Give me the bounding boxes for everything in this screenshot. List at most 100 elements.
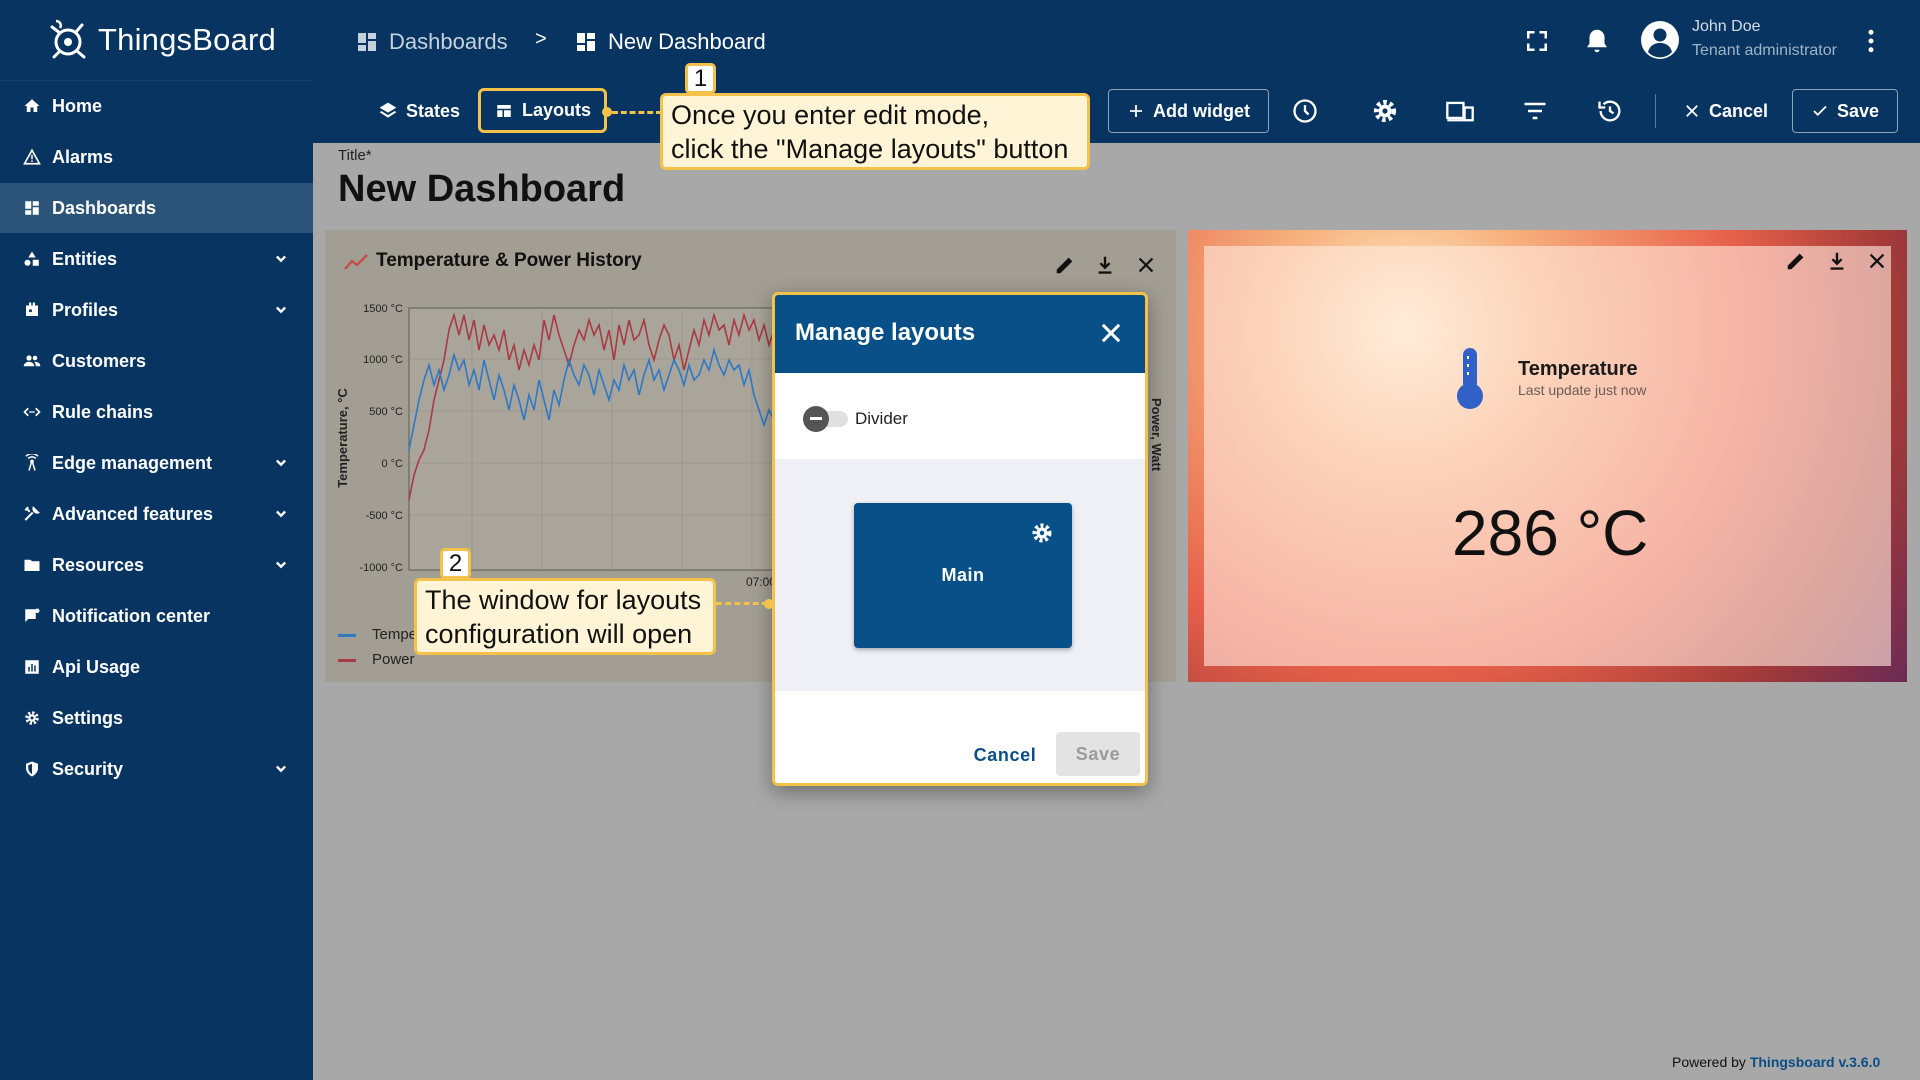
filter-icon[interactable] [1520, 96, 1550, 126]
dashboards-icon [22, 198, 42, 218]
legend-label-temperature[interactable]: Tempe [372, 626, 417, 643]
callout-2: The window for layouts configuration wil… [414, 578, 716, 655]
breadcrumb-dashboards-label: Dashboards [389, 29, 508, 54]
sidebar-item-label: Customers [52, 350, 147, 371]
sidebar-item-label: Advanced features [52, 503, 214, 524]
breadcrumb-current: New Dashboard [574, 26, 766, 58]
fullscreen-icon[interactable] [1522, 26, 1552, 56]
home-icon [22, 96, 42, 116]
sidebar-item-label: Api Usage [52, 656, 141, 677]
temperature-value: 286 °C [1452, 497, 1649, 569]
entities-icon [22, 249, 42, 269]
temperature-card-widget[interactable] [1188, 230, 1907, 682]
breadcrumb-current-label: New Dashboard [608, 29, 766, 54]
sidebar-item-dashboards[interactable]: Dashboards [0, 183, 313, 233]
add-widget-button-label: Add widget [1153, 100, 1250, 121]
sidebar-item-home[interactable]: Home [0, 81, 313, 131]
plus-icon [1127, 102, 1145, 120]
sidebar-item-advanced-features[interactable]: Advanced features [0, 489, 313, 539]
more-vert-icon[interactable] [1856, 26, 1886, 56]
chevron-down-icon[interactable] [271, 249, 291, 269]
layouts-button[interactable]: Layouts [478, 88, 607, 133]
sidebar-item-resources[interactable]: Resources [0, 540, 313, 590]
chevron-down-icon[interactable] [271, 555, 291, 575]
callout-2-line-1: The window for layouts [425, 585, 702, 615]
trend-icon [343, 252, 369, 272]
close-icon[interactable] [1135, 254, 1157, 276]
sidebar-item-settings[interactable]: Settings [0, 693, 313, 743]
sidebar-item-label: Profiles [52, 299, 119, 320]
powered-by-footer: Powered by Thingsboard v.3.6.0 [1672, 1054, 1880, 1070]
sidebar-item-notification-center[interactable]: Notification center [0, 591, 313, 641]
layout-settings-gear-icon[interactable] [1030, 521, 1054, 545]
sidebar-item-label: Alarms [52, 146, 114, 167]
states-button[interactable]: States [378, 89, 460, 133]
layers-icon [378, 101, 398, 121]
breadcrumb-dashboards[interactable]: Dashboards [355, 26, 508, 58]
divider-toggle-knob[interactable] [803, 406, 829, 432]
y-axis-label: Temperature, °C [335, 388, 350, 488]
callout-1-badge: 1 [685, 63, 716, 94]
app-logo[interactable]: ThingsBoard [46, 14, 276, 66]
y-tick-label: 1000 °C [363, 354, 403, 366]
legend-swatch-power [338, 659, 356, 662]
history-icon[interactable] [1595, 96, 1625, 126]
sidebar-item-alarms[interactable]: Alarms [0, 132, 313, 182]
sidebar-item-label: Notification center [52, 605, 211, 626]
legend-swatch-temperature [338, 634, 356, 637]
sidebar-item-edge-management[interactable]: Edge management [0, 438, 313, 488]
y-axis-right-label: Power, Watt [1149, 398, 1164, 472]
dashboards-icon [355, 30, 379, 54]
rule-chains-icon [22, 402, 42, 422]
chevron-down-icon[interactable] [271, 504, 291, 524]
callout-2-line-2: configuration will open [425, 619, 693, 649]
chevron-down-icon[interactable] [271, 759, 291, 779]
sidebar: ThingsBoard Home Alarms Dashboards Entit… [0, 0, 313, 1080]
devices-layout-icon[interactable] [1445, 96, 1475, 126]
chevron-down-icon[interactable] [271, 453, 291, 473]
sidebar-item-label: Entities [52, 248, 118, 269]
dialog-close-icon[interactable] [1097, 319, 1125, 347]
callout-1-line-1: Once you enter edit mode, [671, 100, 990, 130]
dialog-save-button[interactable]: Save [1056, 732, 1140, 776]
toolbar-divider [1655, 94, 1656, 128]
sidebar-item-label: Dashboards [52, 197, 157, 218]
sidebar-item-rule-chains[interactable]: Rule chains [0, 387, 313, 437]
advanced-icon [22, 504, 42, 524]
sidebar-item-api-usage[interactable]: Api Usage [0, 642, 313, 692]
dialog-cancel-button[interactable]: Cancel [965, 735, 1045, 775]
sidebar-item-label: Rule chains [52, 401, 154, 422]
app-name: ThingsBoard [98, 22, 276, 57]
profiles-icon [22, 300, 42, 320]
legend-label-power[interactable]: Power [372, 651, 415, 668]
save-button-label: Save [1837, 100, 1880, 121]
sidebar-item-security[interactable]: Security [0, 744, 313, 794]
sidebar-item-entities[interactable]: Entities [0, 234, 313, 284]
chevron-down-icon[interactable] [271, 300, 291, 320]
sidebar-item-label: Edge management [52, 452, 213, 473]
sidebar-item-label: Settings [52, 707, 124, 728]
y-tick-label: 500 °C [369, 406, 403, 418]
edit-icon[interactable] [1054, 254, 1076, 276]
settings-gear-icon[interactable] [1370, 96, 1400, 126]
dashboard-title-input[interactable]: New Dashboard [338, 168, 625, 211]
cancel-button[interactable]: Cancel [1683, 89, 1768, 133]
edit-icon[interactable] [1785, 250, 1807, 272]
sidebar-item-customers[interactable]: Customers [0, 336, 313, 386]
footer-version-link[interactable]: Thingsboard v.3.6.0 [1750, 1054, 1880, 1070]
avatar[interactable] [1640, 20, 1680, 60]
temperature-card-overlay [1204, 246, 1891, 666]
sidebar-item-profiles[interactable]: Profiles [0, 285, 313, 335]
save-button[interactable]: Save [1792, 89, 1899, 133]
timewindow-icon[interactable] [1290, 96, 1320, 126]
download-icon[interactable] [1826, 250, 1848, 272]
dialog-header: Manage layouts [775, 295, 1145, 373]
sidebar-item-label: Home [52, 95, 103, 116]
add-widget-button[interactable]: Add widget [1108, 89, 1269, 133]
close-icon[interactable] [1866, 250, 1888, 272]
bell-icon[interactable] [1582, 26, 1612, 56]
download-icon[interactable] [1094, 254, 1116, 276]
gear-icon [22, 708, 42, 728]
layout-card-main[interactable]: Main [854, 503, 1072, 648]
notification-icon [22, 606, 42, 626]
